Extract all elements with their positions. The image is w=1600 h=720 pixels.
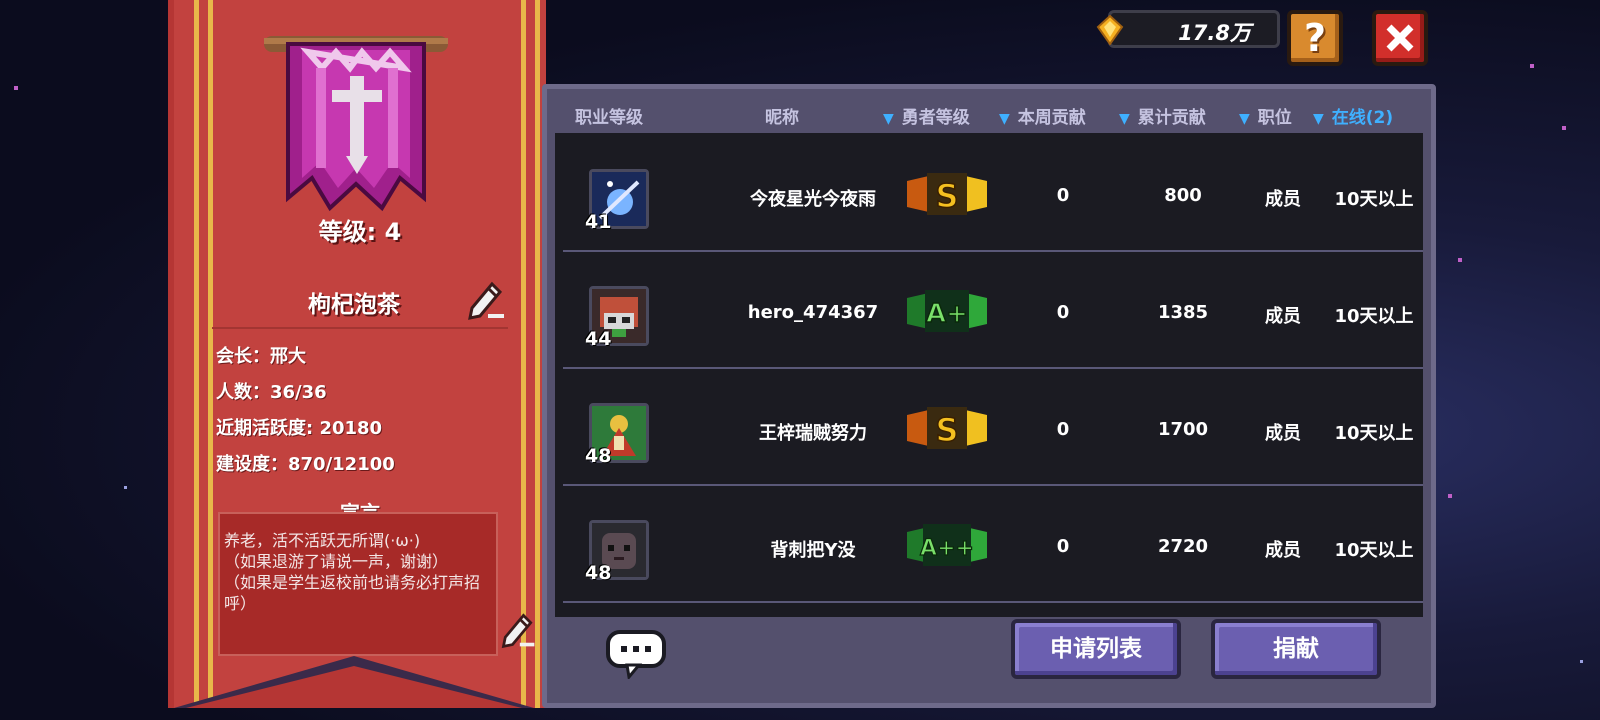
member-weekly: 0 bbox=[1056, 185, 1070, 206]
member-position: 成员 bbox=[1265, 306, 1301, 327]
guild-level-label: 等级: 4 bbox=[318, 218, 402, 246]
member-name: hero_474367 bbox=[747, 302, 879, 323]
sort-triangle-icon: ▼ bbox=[883, 111, 894, 127]
edit-name-icon[interactable] bbox=[464, 278, 508, 322]
edit-declaration-icon[interactable] bbox=[498, 610, 538, 650]
column-online-label: 在线(2) bbox=[1331, 108, 1394, 128]
member-name: 背刺把Y没 bbox=[770, 540, 856, 561]
sort-triangle-icon: ▼ bbox=[1119, 111, 1130, 127]
member-name: 今夜星光今夜雨 bbox=[750, 189, 876, 210]
member-name: 王梓瑞贼努力 bbox=[759, 423, 867, 444]
close-button[interactable] bbox=[1372, 10, 1428, 66]
rank-text: S bbox=[935, 411, 958, 449]
help-button[interactable]: ? bbox=[1287, 10, 1343, 66]
member-total: 1700 bbox=[1157, 419, 1209, 440]
star-decoration bbox=[1530, 64, 1534, 68]
member-position: 成员 bbox=[1265, 423, 1301, 444]
member-row[interactable]: 48 背刺把Y没 A++ 0 2720 成员 10天以上 bbox=[563, 484, 1423, 603]
member-list[interactable]: 41 今夜星光今夜雨 S 0 800 成员 10天以上 44 hero_4743… bbox=[555, 133, 1423, 617]
member-online: 10天以上 bbox=[1334, 306, 1414, 327]
member-total: 800 bbox=[1164, 185, 1202, 206]
column-total[interactable]: ▼ 累计贡献 bbox=[1119, 103, 1206, 128]
banner-stripe bbox=[208, 0, 213, 708]
column-hero-level-label: 勇者等级 bbox=[901, 108, 970, 128]
guild-leader: 会长：邢大 bbox=[216, 346, 306, 367]
rank-text: A+ bbox=[926, 299, 968, 329]
gold-coin-icon bbox=[1096, 15, 1124, 45]
close-icon bbox=[1386, 24, 1414, 52]
sort-triangle-icon: ▼ bbox=[1239, 111, 1250, 127]
column-weekly[interactable]: ▼ 本周贡献 bbox=[999, 103, 1086, 128]
star-decoration bbox=[1448, 494, 1452, 498]
star-decoration bbox=[1580, 660, 1583, 663]
column-hero-level[interactable]: ▼ 勇者等级 bbox=[883, 103, 970, 128]
column-nickname[interactable]: 昵称 bbox=[765, 103, 799, 128]
declaration-text: 养老，活不活跃无所谓(·ω·) （如果退游了请说一声，谢谢） （如果是学生返校前… bbox=[224, 531, 481, 613]
guild-construction: 建设度：870/12100 bbox=[216, 454, 395, 475]
member-weekly: 0 bbox=[1056, 419, 1070, 440]
member-online: 10天以上 bbox=[1334, 189, 1414, 210]
gold-counter: 17.8万 bbox=[1096, 10, 1280, 48]
column-position-label: 职位 bbox=[1257, 108, 1292, 128]
rank-badge-icon: S bbox=[907, 173, 987, 216]
banner-bottom-point bbox=[174, 656, 534, 708]
member-level: 44 bbox=[585, 328, 612, 350]
rank-text: A++ bbox=[920, 536, 974, 561]
column-position[interactable]: ▼ 职位 bbox=[1239, 103, 1292, 128]
member-row[interactable]: 44 hero_474367 A+ 0 1385 成员 10天以上 bbox=[563, 250, 1423, 369]
banner-stripe bbox=[521, 0, 526, 708]
member-online: 10天以上 bbox=[1334, 423, 1414, 444]
member-weekly: 0 bbox=[1056, 302, 1070, 323]
sort-triangle-icon: ▼ bbox=[1313, 111, 1324, 127]
rank-badge-icon: A++ bbox=[907, 524, 987, 566]
column-weekly-label: 本周贡献 bbox=[1017, 108, 1086, 128]
declaration-box: 养老，活不活跃无所谓(·ω·) （如果退游了请说一声，谢谢） （如果是学生返校前… bbox=[218, 512, 535, 656]
star-decoration bbox=[14, 86, 18, 90]
column-total-label: 累计贡献 bbox=[1137, 108, 1206, 128]
member-level: 48 bbox=[585, 562, 612, 584]
column-class-level[interactable]: 职业等级 bbox=[575, 103, 643, 128]
chat-bubble-icon[interactable] bbox=[605, 629, 667, 679]
guild-name: 枸杞泡茶 bbox=[308, 292, 400, 318]
member-level: 41 bbox=[585, 211, 612, 233]
gold-value: 17.8万 bbox=[1178, 21, 1251, 45]
member-position: 成员 bbox=[1265, 540, 1301, 561]
member-row[interactable]: 41 今夜星光今夜雨 S 0 800 成员 10天以上 bbox=[563, 133, 1423, 252]
member-position: 成员 bbox=[1265, 189, 1301, 210]
member-list-panel: 职业等级 昵称 ▼ 勇者等级 ▼ 本周贡献 ▼ 累计贡献 ▼ 职位 ▼ 在线(2) 41 … bbox=[542, 84, 1436, 708]
banner-stripe bbox=[194, 0, 199, 708]
rank-badge-icon: A+ bbox=[907, 290, 987, 332]
guild-member-count: 人数：36/36 bbox=[216, 382, 327, 403]
column-online[interactable]: ▼ 在线(2) bbox=[1313, 103, 1393, 128]
member-level: 48 bbox=[585, 445, 612, 467]
member-weekly: 0 bbox=[1056, 536, 1070, 557]
star-decoration bbox=[124, 486, 127, 489]
guild-info-panel: 等级: 4 枸杞泡茶 会长：邢大 人数：36/36 近期活跃度: 20180 建… bbox=[168, 0, 546, 708]
star-decoration bbox=[1458, 258, 1462, 262]
rank-text: S bbox=[935, 177, 958, 215]
banner-stripe bbox=[535, 0, 540, 708]
guild-activity: 近期活跃度: 20180 bbox=[216, 418, 383, 439]
member-total: 2720 bbox=[1157, 536, 1209, 557]
divider bbox=[212, 327, 508, 329]
member-total: 1385 bbox=[1157, 302, 1209, 323]
member-row[interactable]: 48 王梓瑞贼努力 S 0 1700 成员 10天以上 bbox=[563, 367, 1423, 486]
rank-badge-icon: S bbox=[907, 407, 987, 450]
guild-banner-icon bbox=[264, 36, 448, 212]
star-decoration bbox=[1562, 126, 1566, 130]
member-online: 10天以上 bbox=[1334, 540, 1414, 561]
apply-list-button[interactable]: 申请列表 bbox=[1011, 619, 1181, 679]
donate-button[interactable]: 捐献 bbox=[1211, 619, 1381, 679]
sort-triangle-icon: ▼ bbox=[999, 111, 1010, 127]
